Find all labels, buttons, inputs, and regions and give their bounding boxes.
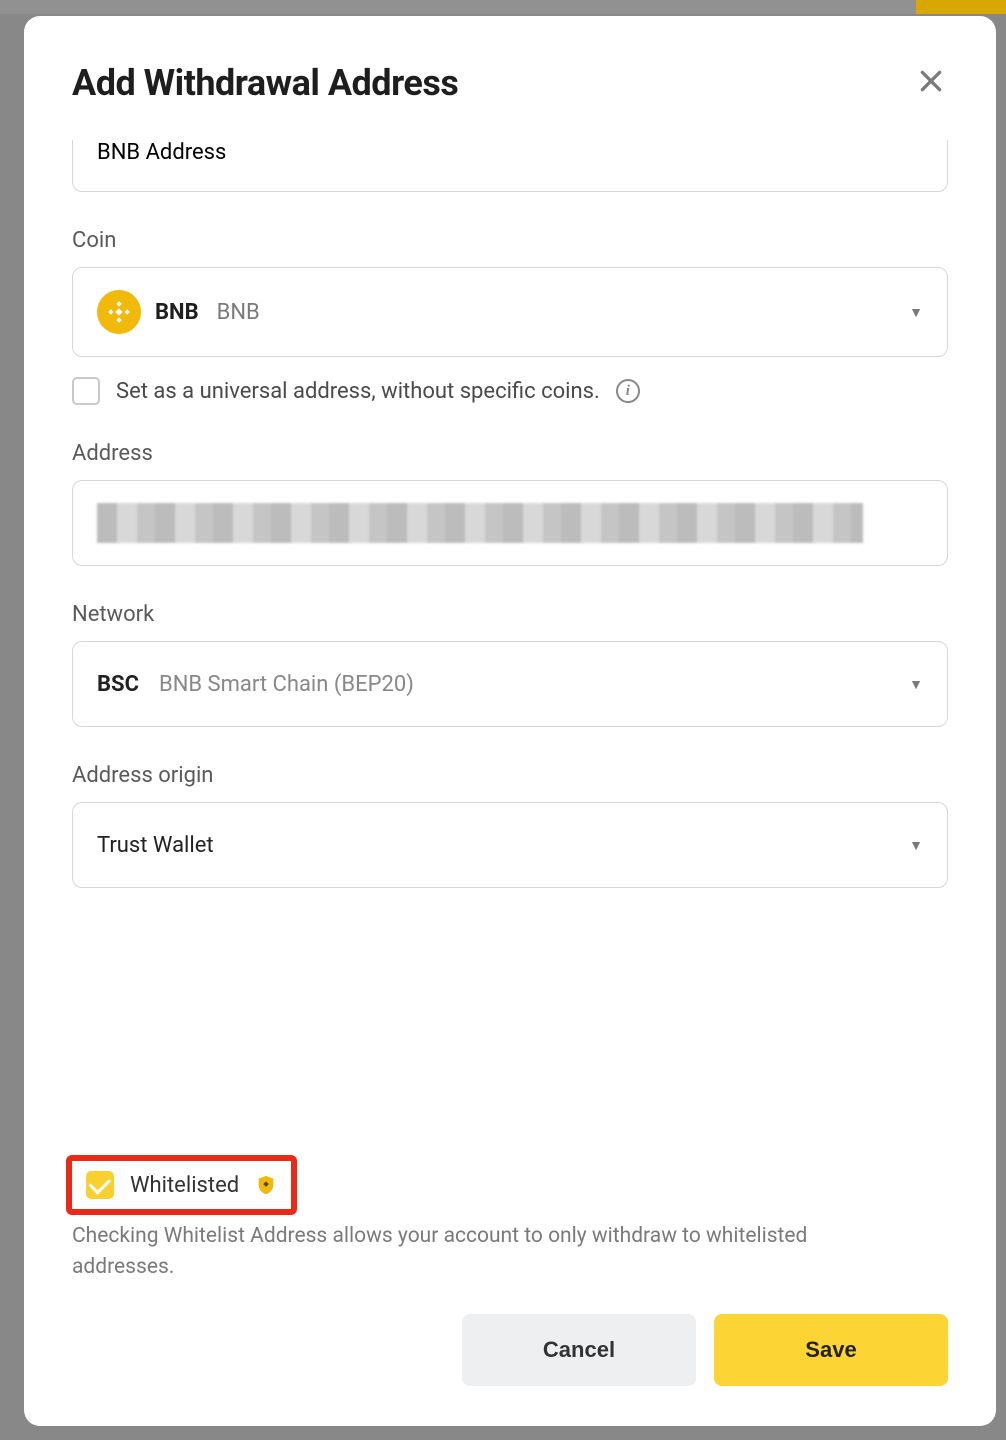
network-label: Network <box>72 602 948 627</box>
modal-title: Add Withdrawal Address <box>72 62 458 104</box>
cancel-button[interactable]: Cancel <box>462 1314 696 1386</box>
universal-address-label: Set as a universal address, without spec… <box>116 379 600 404</box>
coin-symbol: BNB <box>155 300 199 325</box>
address-label: Address <box>72 441 948 466</box>
whitelist-description: Checking Whitelist Address allows your a… <box>72 1221 832 1282</box>
coin-label: Coin <box>72 228 948 253</box>
save-button[interactable]: Save <box>714 1314 948 1386</box>
deposit-button-bg <box>916 0 1006 14</box>
network-select[interactable]: BSC BNB Smart Chain (BEP20) ▼ <box>72 641 948 727</box>
chevron-down-icon: ▼ <box>909 304 923 321</box>
add-withdrawal-address-modal: Add Withdrawal Address BNB Address Coin … <box>24 16 996 1426</box>
universal-address-checkbox[interactable] <box>72 377 100 405</box>
whitelisted-checkbox[interactable] <box>86 1171 114 1199</box>
address-origin-label: Address origin <box>72 763 948 788</box>
whitelist-highlight: Whitelisted <box>66 1155 297 1215</box>
address-origin-select[interactable]: Trust Wallet ▼ <box>72 802 948 888</box>
whitelisted-label: Whitelisted <box>130 1173 239 1198</box>
coin-name: BNB <box>217 300 260 325</box>
info-icon[interactable]: i <box>616 379 640 403</box>
address-label-input[interactable]: BNB Address <box>72 140 948 192</box>
address-origin-value: Trust Wallet <box>97 833 214 858</box>
coin-select[interactable]: BNB BNB ▼ <box>72 267 948 357</box>
network-name: BNB Smart Chain (BEP20) <box>159 672 414 697</box>
chevron-down-icon: ▼ <box>909 676 923 693</box>
address-input[interactable] <box>72 480 948 566</box>
address-value-redacted <box>97 503 863 543</box>
address-label-value: BNB Address <box>97 140 226 165</box>
network-symbol: BSC <box>97 672 139 697</box>
bnb-coin-icon <box>97 290 141 334</box>
background-nav <box>0 0 1006 14</box>
chevron-down-icon: ▼ <box>909 837 923 854</box>
close-icon[interactable] <box>914 60 948 106</box>
background-footer <box>0 1426 1006 1440</box>
shield-icon <box>255 1174 277 1196</box>
